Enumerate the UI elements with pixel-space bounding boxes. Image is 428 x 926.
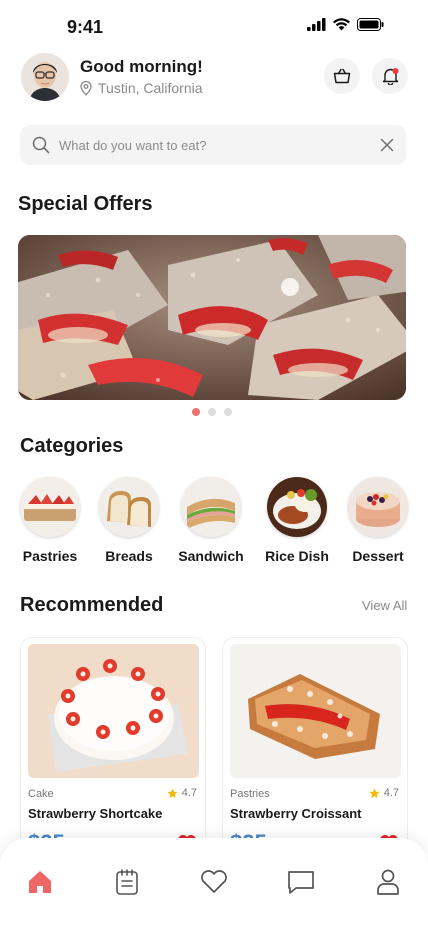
star-icon <box>167 787 178 798</box>
carousel-indicator <box>192 408 232 416</box>
orders-icon <box>116 869 138 895</box>
category-pastries[interactable]: Pastries <box>8 477 92 564</box>
greeting: Good morning! <box>80 57 203 76</box>
category-label: Breads <box>105 548 153 564</box>
rice-dish-image <box>267 477 327 537</box>
breads-image <box>99 477 159 537</box>
search-bar[interactable] <box>20 125 406 165</box>
category-label: Dessert <box>352 548 404 564</box>
category-label: Rice Dish <box>265 548 329 564</box>
location[interactable]: Tustin, California <box>80 80 203 96</box>
search-input[interactable] <box>59 137 380 153</box>
product-card[interactable]: Pastries 4.7 Strawberry Croissant $25 <box>222 637 408 867</box>
profile-icon <box>377 869 399 895</box>
status-bar: 9:41 <box>0 0 428 50</box>
clear-icon[interactable] <box>380 138 394 152</box>
rating-value: 4.7 <box>181 787 197 799</box>
product-category: Cake <box>28 788 54 800</box>
battery-icon <box>357 18 384 31</box>
dessert-image <box>348 477 408 537</box>
sandwich-image <box>181 477 241 537</box>
nav-home[interactable] <box>25 867 55 897</box>
bell-icon <box>382 68 398 85</box>
location-text: Tustin, California <box>98 80 203 96</box>
location-pin-icon <box>80 80 92 96</box>
carousel-dot[interactable] <box>208 408 216 416</box>
shopping-bag-button[interactable] <box>324 58 360 94</box>
rating-value: 4.7 <box>383 787 399 799</box>
carousel-dot[interactable] <box>224 408 232 416</box>
special-offers-title: Special Offers <box>18 193 153 215</box>
carousel-dot[interactable] <box>192 408 200 416</box>
view-all-link[interactable]: View All <box>362 598 407 613</box>
product-name: Strawberry Croissant <box>230 806 362 821</box>
category-label: Pastries <box>22 548 78 564</box>
product-image <box>28 644 199 778</box>
avatar[interactable] <box>21 53 69 101</box>
status-icons <box>307 18 384 31</box>
category-label: Sandwich <box>178 548 244 564</box>
pastries-image <box>20 477 80 537</box>
special-offer-banner[interactable] <box>18 235 406 400</box>
nav-chat[interactable] <box>286 867 316 897</box>
search-icon <box>32 136 50 154</box>
product-name: Strawberry Shortcake <box>28 806 163 821</box>
category-dessert[interactable]: Dessert <box>336 477 420 564</box>
chat-icon <box>288 871 314 894</box>
favorites-icon <box>201 870 227 893</box>
category-rice-dish[interactable]: Rice Dish <box>255 477 339 564</box>
nav-favorites[interactable] <box>199 867 229 897</box>
product-rating: 4.7 <box>369 787 399 799</box>
pastry-photo <box>18 235 406 400</box>
product-image <box>230 644 401 778</box>
product-category: Pastries <box>230 788 270 800</box>
notifications-button[interactable] <box>372 58 408 94</box>
wifi-icon <box>333 18 350 31</box>
categories-title: Categories <box>20 435 124 457</box>
nav-profile[interactable] <box>373 867 403 897</box>
shopping-bag-icon <box>333 68 351 84</box>
bottom-nav <box>0 838 428 926</box>
star-icon <box>369 787 380 798</box>
home-icon <box>29 871 51 893</box>
recommended-title: Recommended <box>20 594 164 616</box>
nav-orders[interactable] <box>112 867 142 897</box>
product-rating: 4.7 <box>167 787 197 799</box>
category-breads[interactable]: Breads <box>87 477 171 564</box>
product-card[interactable]: Cake 4.7 Strawberry Shortcake $25 <box>20 637 206 867</box>
category-sandwich[interactable]: Sandwich <box>169 477 253 564</box>
status-time: 9:41 <box>67 17 104 37</box>
signal-icon <box>307 18 326 31</box>
